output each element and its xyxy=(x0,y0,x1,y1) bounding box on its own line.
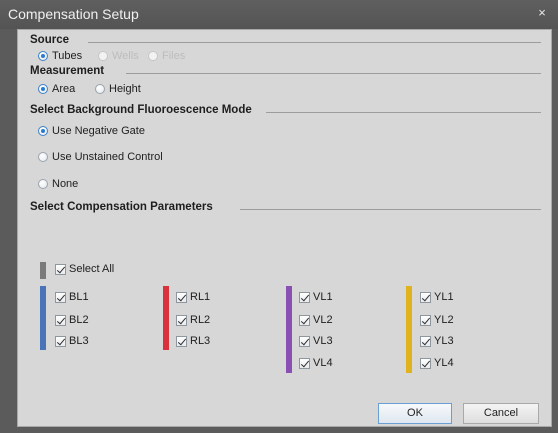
compensation-setup-dialog: Compensation Setup × Source Tubes Wells … xyxy=(0,0,558,433)
none-label: None xyxy=(52,178,79,190)
radio-icon xyxy=(148,51,158,61)
source-wells-radio[interactable]: Wells xyxy=(98,50,139,62)
source-divider xyxy=(88,42,541,43)
measurement-divider xyxy=(126,73,541,74)
vl4-checkbox[interactable]: VL4 xyxy=(299,357,333,369)
source-section-title: Source xyxy=(30,34,69,46)
source-tubes-radio[interactable]: Tubes xyxy=(38,50,82,62)
measurement-height-label: Height xyxy=(109,83,141,95)
checkbox-icon xyxy=(420,357,431,369)
select-all-color-bar xyxy=(40,262,46,279)
checkbox-icon xyxy=(176,314,187,326)
measurement-section-title: Measurement xyxy=(30,65,105,77)
select-all-label: Select All xyxy=(69,263,115,275)
yl4-label: YL4 xyxy=(434,357,454,369)
rl3-checkbox[interactable]: RL3 xyxy=(176,335,210,347)
dialog-title: Compensation Setup xyxy=(8,6,139,22)
ok-button[interactable]: OK xyxy=(378,403,452,424)
cancel-button[interactable]: Cancel xyxy=(463,403,539,424)
checkbox-icon xyxy=(55,314,66,326)
rl3-label: RL3 xyxy=(190,335,211,347)
parameters-divider xyxy=(240,209,541,210)
radio-icon xyxy=(38,152,48,162)
vl-group-color-bar xyxy=(286,286,292,373)
source-wells-label: Wells xyxy=(112,50,139,62)
bl2-label: BL2 xyxy=(69,314,89,326)
checkbox-icon xyxy=(299,314,310,326)
yl4-checkbox[interactable]: YL4 xyxy=(420,357,454,369)
vl1-label: VL1 xyxy=(313,291,333,303)
use-unstained-control-radio[interactable]: Use Unstained Control xyxy=(38,151,163,163)
checkbox-icon xyxy=(420,335,431,347)
use-unstained-control-label: Use Unstained Control xyxy=(52,151,163,163)
radio-icon xyxy=(38,179,48,189)
radio-icon xyxy=(95,84,105,94)
checkbox-icon xyxy=(176,291,187,303)
rl-group-color-bar xyxy=(163,286,169,350)
none-radio[interactable]: None xyxy=(38,178,78,190)
close-icon[interactable]: × xyxy=(534,5,550,21)
checkbox-icon xyxy=(55,263,66,275)
checkbox-icon xyxy=(420,314,431,326)
yl3-checkbox[interactable]: YL3 xyxy=(420,335,454,347)
radio-icon xyxy=(38,126,48,136)
source-tubes-label: Tubes xyxy=(52,50,83,62)
checkbox-icon xyxy=(55,335,66,347)
bl3-checkbox[interactable]: BL3 xyxy=(55,335,89,347)
bl2-checkbox[interactable]: BL2 xyxy=(55,314,89,326)
radio-icon xyxy=(38,51,48,61)
yl-group-color-bar xyxy=(406,286,412,373)
vl3-label: VL3 xyxy=(313,335,333,347)
title-bar: Compensation Setup × xyxy=(0,0,558,29)
bl3-label: BL3 xyxy=(69,335,89,347)
rl2-checkbox[interactable]: RL2 xyxy=(176,314,210,326)
yl1-checkbox[interactable]: YL1 xyxy=(420,291,454,303)
background-divider xyxy=(266,112,541,113)
yl1-label: YL1 xyxy=(434,291,454,303)
use-negative-gate-label: Use Negative Gate xyxy=(52,125,145,137)
parameters-section-title: Select Compensation Parameters xyxy=(30,201,213,213)
measurement-height-radio[interactable]: Height xyxy=(95,83,141,95)
rl2-label: RL2 xyxy=(190,314,211,326)
select-all-checkbox[interactable]: Select All xyxy=(55,263,114,275)
vl3-checkbox[interactable]: VL3 xyxy=(299,335,333,347)
rl1-label: RL1 xyxy=(190,291,211,303)
checkbox-icon xyxy=(299,357,310,369)
bl-group-color-bar xyxy=(40,286,46,350)
checkbox-icon xyxy=(299,291,310,303)
bl1-label: BL1 xyxy=(69,291,89,303)
source-files-label: Files xyxy=(162,50,186,62)
checkbox-icon xyxy=(299,335,310,347)
radio-icon xyxy=(38,84,48,94)
vl1-checkbox[interactable]: VL1 xyxy=(299,291,333,303)
source-files-radio[interactable]: Files xyxy=(148,50,185,62)
yl2-label: YL2 xyxy=(434,314,454,326)
measurement-area-radio[interactable]: Area xyxy=(38,83,75,95)
checkbox-icon xyxy=(176,335,187,347)
radio-icon xyxy=(98,51,108,61)
vl4-label: VL4 xyxy=(313,357,333,369)
vl2-checkbox[interactable]: VL2 xyxy=(299,314,333,326)
dialog-content: Source Tubes Wells Files Measurement Are… xyxy=(17,29,552,427)
use-negative-gate-radio[interactable]: Use Negative Gate xyxy=(38,125,145,137)
checkbox-icon xyxy=(420,291,431,303)
vl2-label: VL2 xyxy=(313,314,333,326)
checkbox-icon xyxy=(55,291,66,303)
bl1-checkbox[interactable]: BL1 xyxy=(55,291,89,303)
measurement-area-label: Area xyxy=(52,83,76,95)
rl1-checkbox[interactable]: RL1 xyxy=(176,291,210,303)
yl2-checkbox[interactable]: YL2 xyxy=(420,314,454,326)
yl3-label: YL3 xyxy=(434,335,454,347)
background-section-title: Select Background Fluoroescence Mode xyxy=(30,104,252,116)
